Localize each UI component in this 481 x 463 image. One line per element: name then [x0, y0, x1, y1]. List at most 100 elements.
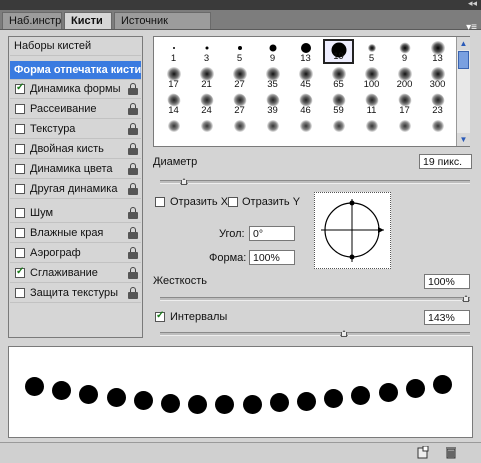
brush-tip-cell[interactable]: 27: [224, 91, 255, 116]
brush-tip-cell[interactable]: 45: [290, 65, 321, 90]
option-item-7[interactable]: Влажные края: [10, 224, 141, 243]
scroll-thumb[interactable]: [458, 51, 469, 69]
brush-tip-cell[interactable]: 9: [257, 39, 288, 64]
brush-tip-cell[interactable]: 13: [422, 39, 453, 64]
option-checkbox[interactable]: [15, 248, 25, 258]
option-checkbox[interactable]: [15, 82, 25, 94]
brush-tip-cell[interactable]: [323, 117, 354, 142]
option-item-1[interactable]: Рассеивание: [10, 100, 141, 119]
diameter-label: Диаметр: [153, 156, 198, 168]
brush-tip-cell[interactable]: 27: [224, 65, 255, 90]
tab-tool-presets[interactable]: Наб.инстр: [2, 12, 62, 29]
brush-tip-cell[interactable]: [257, 117, 288, 142]
new-preset-icon[interactable]: [417, 446, 429, 459]
angle-field[interactable]: 0°: [249, 226, 295, 241]
option-label: Влажные края: [30, 227, 104, 239]
brush-tip-cell[interactable]: 19: [323, 39, 354, 64]
angle-roundness-widget[interactable]: [314, 192, 391, 269]
scroll-up-icon[interactable]: ▲: [457, 37, 470, 50]
brush-tip-cell[interactable]: [356, 117, 387, 142]
brush-grid-scrollbar[interactable]: ▲ ▼: [456, 37, 470, 146]
option-checkbox[interactable]: [15, 124, 25, 134]
flip-x-checkbox[interactable]: [155, 197, 165, 207]
brush-tip-cell[interactable]: [389, 117, 420, 142]
brush-tip-cell[interactable]: 14: [158, 91, 189, 116]
lock-icon[interactable]: [128, 183, 138, 195]
lock-icon[interactable]: [128, 83, 138, 95]
diameter-slider[interactable]: [160, 180, 470, 184]
option-item-3[interactable]: Двойная кисть: [10, 140, 141, 159]
brush-tip-cell[interactable]: 46: [290, 91, 321, 116]
flip-y-checkbox[interactable]: [228, 197, 238, 207]
brush-presets-item[interactable]: Наборы кистей: [10, 37, 141, 56]
option-checkbox[interactable]: [15, 144, 25, 154]
option-checkbox[interactable]: [15, 228, 25, 238]
brush-tip-cell[interactable]: 23: [422, 91, 453, 116]
diameter-field[interactable]: 19 пикс.: [419, 154, 472, 169]
collapse-icon[interactable]: ◂◂: [468, 0, 477, 9]
brush-tip-cell[interactable]: 17: [158, 65, 189, 90]
brush-tip-cell[interactable]: 39: [257, 91, 288, 116]
brush-tip-cell[interactable]: 13: [290, 39, 321, 64]
option-item-8[interactable]: Аэрограф: [10, 244, 141, 263]
option-item-4[interactable]: Динамика цвета: [10, 160, 141, 179]
option-checkbox[interactable]: [15, 288, 25, 298]
brush-tip-cell[interactable]: [422, 117, 453, 142]
hardness-slider[interactable]: [160, 297, 470, 301]
brush-tip-cell[interactable]: 200: [389, 65, 420, 90]
spacing-slider[interactable]: [160, 332, 470, 336]
lock-icon[interactable]: [128, 163, 138, 175]
lock-icon[interactable]: [128, 247, 138, 259]
option-item-10[interactable]: Защита текстуры: [10, 284, 141, 303]
lock-icon[interactable]: [128, 227, 138, 239]
lock-icon[interactable]: [128, 267, 138, 279]
option-checkbox[interactable]: [15, 208, 25, 218]
brush-tip-shape-item[interactable]: Форма отпечатка кисти: [10, 61, 141, 80]
option-item-2[interactable]: Текстура: [10, 120, 141, 139]
brush-tip-cell[interactable]: 21: [191, 65, 222, 90]
lock-icon[interactable]: [128, 143, 138, 155]
brush-tip-cell[interactable]: 1: [158, 39, 189, 64]
option-item-9[interactable]: Сглаживание: [10, 264, 141, 283]
brush-tip-cell[interactable]: 300: [422, 65, 453, 90]
spacing-checkbox[interactable]: [155, 310, 165, 322]
brush-tip-cell[interactable]: 3: [191, 39, 222, 64]
lock-icon[interactable]: [128, 103, 138, 115]
brush-tip-cell[interactable]: [224, 117, 255, 142]
option-item-5[interactable]: Другая динамика: [10, 180, 141, 199]
tab-brushes[interactable]: Кисти: [64, 12, 112, 29]
option-checkbox[interactable]: [15, 184, 25, 194]
spacing-field[interactable]: 143%: [424, 310, 470, 325]
brush-tip-cell[interactable]: [191, 117, 222, 142]
lock-icon[interactable]: [128, 123, 138, 135]
lock-icon[interactable]: [128, 287, 138, 299]
diameter-slider-handle[interactable]: [180, 176, 189, 185]
option-checkbox[interactable]: [15, 164, 25, 174]
brush-tip-cell[interactable]: 5: [224, 39, 255, 64]
brush-tip-icon: [233, 120, 246, 132]
spacing-slider-handle[interactable]: [339, 328, 348, 337]
option-item-0[interactable]: Динамика формы: [10, 80, 141, 99]
brush-tip-cell[interactable]: 35: [257, 65, 288, 90]
brush-tip-cell[interactable]: 9: [389, 39, 420, 64]
hardness-slider-handle[interactable]: [462, 293, 470, 302]
brush-tip-cell[interactable]: 24: [191, 91, 222, 116]
brush-tip-cell[interactable]: 17: [389, 91, 420, 116]
brush-tip-icon: [300, 43, 311, 53]
tab-clone-source[interactable]: Источник клонов: [114, 12, 211, 44]
trash-icon[interactable]: [445, 446, 457, 459]
roundness-field[interactable]: 100%: [249, 250, 295, 265]
brush-tip-cell[interactable]: 65: [323, 65, 354, 90]
hardness-field[interactable]: 100%: [424, 274, 470, 289]
brush-tip-cell[interactable]: 11: [356, 91, 387, 116]
option-checkbox[interactable]: [15, 104, 25, 114]
option-item-6[interactable]: Шум: [10, 204, 141, 223]
brush-tip-cell[interactable]: [290, 117, 321, 142]
brush-tip-cell[interactable]: [158, 117, 189, 142]
brush-tip-cell[interactable]: 100: [356, 65, 387, 90]
brush-tip-cell[interactable]: 59: [323, 91, 354, 116]
brush-tip-cell[interactable]: 5: [356, 39, 387, 64]
lock-icon[interactable]: [128, 207, 138, 219]
option-checkbox[interactable]: [15, 266, 25, 278]
scroll-down-icon[interactable]: ▼: [457, 133, 470, 146]
